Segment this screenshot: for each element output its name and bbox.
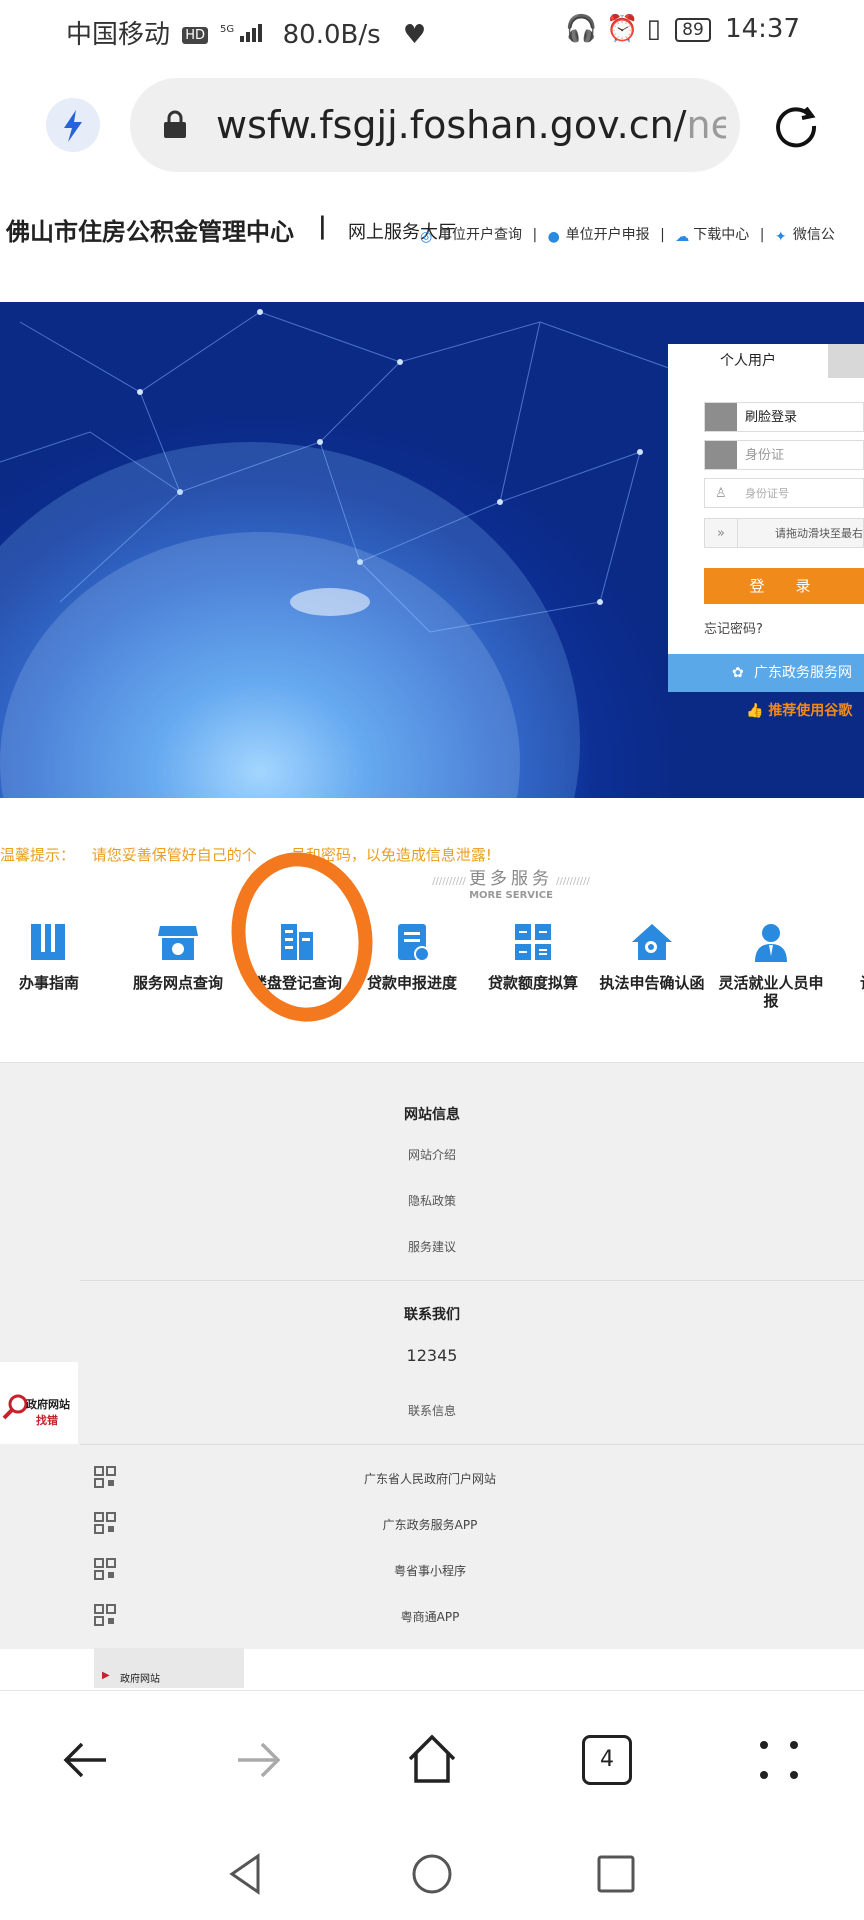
decor-left: ////////// [432, 876, 469, 887]
lock-icon [162, 110, 188, 144]
signal-icon: 5G [220, 21, 264, 51]
service-more[interactable]: 让 [808, 920, 864, 992]
more-service-subtitle: MORE SERVICE [469, 890, 553, 901]
contact-us-title: 联系我们 [404, 1307, 460, 1323]
headphone-icon: 🎧 [565, 14, 598, 44]
hotline-number: 12345 [406, 1346, 458, 1365]
nav-recents-icon[interactable] [594, 1852, 638, 1896]
gd-service-link[interactable]: ✿ 广东政务服务网 [668, 654, 864, 692]
service-guide[interactable]: 办事指南 [0, 920, 104, 992]
browser-recommendation: 👍 推荐使用谷歌 [746, 703, 853, 719]
house-search-icon [630, 920, 674, 964]
title-separator: | [318, 212, 327, 240]
reload-icon[interactable] [770, 100, 822, 152]
gov-site-error-badge[interactable]: 政府网站 找错 [0, 1362, 78, 1444]
qr-code-icon [94, 1558, 116, 1580]
qr-code-icon [94, 1512, 116, 1534]
vibrate-icon: ▯ [646, 14, 661, 44]
carrier-label: 中国移动 [66, 20, 171, 50]
status-bar: 中国移动 HD 5G 80.0B/s ♥ 🎧 ⏰ ▯ 89 14:37 [0, 0, 864, 62]
link-gd-gov-portal[interactable]: 广东省人民政府门户网站 [120, 1470, 740, 1487]
gov-site-badge-bottom[interactable]: ▶ 政府网站 [94, 1648, 244, 1688]
calculator-icon [511, 920, 555, 964]
lightning-icon[interactable] [46, 98, 100, 152]
qr-code-icon [94, 1466, 116, 1488]
nav-unit-account-apply[interactable]: ● 单位开户申报 [547, 227, 650, 245]
forward-arrow-icon[interactable] [234, 1735, 284, 1785]
link-gd-service-app[interactable]: 广东政务服务APP [120, 1516, 740, 1533]
service-outlet-query[interactable]: 服务网点查询 [123, 920, 233, 992]
battery-indicator: 89 [675, 17, 711, 42]
url-text[interactable]: wsfw.fsgjj.foshan.gov.cn/netfa [216, 103, 726, 147]
status-left: 中国移动 HD 5G 80.0B/s ♥ [66, 14, 426, 51]
flower-icon: ✿ [732, 665, 744, 681]
list-icon [705, 441, 737, 469]
slider-captcha[interactable]: » 请拖动滑块至最右 [704, 518, 864, 548]
loan-application-progress[interactable]: 贷款申报进度 [357, 920, 467, 992]
tab-unit-user[interactable] [828, 344, 864, 378]
search-icon: ◎ [420, 229, 433, 245]
url-main: wsfw.fsgjj.foshan.gov.cn/ [216, 103, 687, 147]
forgot-password-link[interactable]: 忘记密码? [704, 618, 763, 637]
cloud-icon: ☁ [675, 229, 690, 245]
error-badge-line1: 政府网站 [26, 1398, 70, 1411]
net-speed: 80.0B/s [282, 20, 381, 50]
login-method-select[interactable]: 刷脸登录 [704, 402, 864, 432]
tab-personal-user[interactable]: 个人用户 [668, 344, 828, 378]
store-icon [156, 920, 200, 964]
browser-toolbar: 4 [0, 1690, 864, 1831]
law-enforcement-confirmation[interactable]: 执法申告确认函 [597, 920, 707, 992]
heart-icon: ♥ [402, 20, 427, 50]
user-icon: ♙ [715, 486, 727, 501]
tabs-counter-button[interactable]: 4 [582, 1735, 632, 1785]
person-icon [749, 920, 793, 964]
site-title: 佛山市住房公积金管理中心 [6, 218, 294, 246]
alarm-icon: ⏰ [605, 14, 639, 44]
id-type-select[interactable]: 身份证 [704, 440, 864, 470]
back-arrow-icon[interactable] [60, 1735, 110, 1785]
decor-right: ////////// [553, 876, 590, 887]
hd-badge: HD [182, 27, 209, 44]
book-icon [27, 920, 71, 964]
link-privacy-policy[interactable]: 隐私政策 [0, 1192, 864, 1209]
more-service-title: ////////// 更多服务 ////////// [432, 869, 590, 889]
id-number-input[interactable]: ♙ 身份证号 [704, 478, 864, 508]
loan-progress-icon [390, 920, 434, 964]
more-icon [808, 920, 852, 964]
divider [80, 1444, 864, 1445]
slider-handle-icon[interactable]: » [705, 519, 738, 547]
link-site-intro[interactable]: 网站介绍 [0, 1146, 864, 1163]
qr-code-icon [94, 1604, 116, 1626]
divider [80, 1280, 864, 1281]
nav-home-icon[interactable] [410, 1852, 454, 1896]
login-button[interactable]: 登 录 [704, 568, 864, 604]
nav-back-icon[interactable] [224, 1852, 268, 1896]
menu-dots-icon[interactable] [754, 1735, 804, 1785]
list-icon [705, 403, 737, 431]
site-info-title: 网站信息 [404, 1107, 460, 1123]
link-contact-info[interactable]: 联系信息 [0, 1402, 864, 1419]
top-nav: ◎ 单位开户查询 | ● 单位开户申报 | ☁ 下载中心 | ✦ 微信公 [420, 227, 835, 245]
status-right: 🎧 ⏰ ▯ 89 14:37 [565, 14, 800, 44]
wechat-icon: ✦ [774, 229, 787, 245]
link-yueshengshi[interactable]: 粤省事小程序 [120, 1562, 740, 1579]
svg-text:5G: 5G [220, 24, 234, 35]
system-nav-bar [0, 1830, 864, 1920]
nav-unit-account-query[interactable]: ◎ 单位开户查询 [420, 227, 522, 245]
thumbs-up-icon: 👍 [746, 703, 764, 719]
loan-amount-calculator[interactable]: 贷款额度拟算 [478, 920, 588, 992]
home-icon[interactable] [404, 1731, 460, 1787]
flag-icon: ▶ [102, 1670, 110, 1681]
user-icon: ● [547, 229, 560, 245]
annotation-circle [218, 841, 386, 1033]
clock: 14:37 [725, 14, 800, 44]
url-dim: netfa [686, 103, 726, 147]
error-badge-line2: 找错 [36, 1414, 58, 1427]
nav-download-center[interactable]: ☁ 下载中心 [675, 227, 749, 245]
nav-wechat[interactable]: ✦ 微信公 [774, 227, 835, 245]
link-yueshangtong[interactable]: 粤商通APP [120, 1608, 740, 1625]
link-service-suggestion[interactable]: 服务建议 [0, 1238, 864, 1255]
warm-tip: 温馨提示： 请您妥善保管好自己的个 号和密码，以免造成信息泄露! [0, 846, 492, 864]
